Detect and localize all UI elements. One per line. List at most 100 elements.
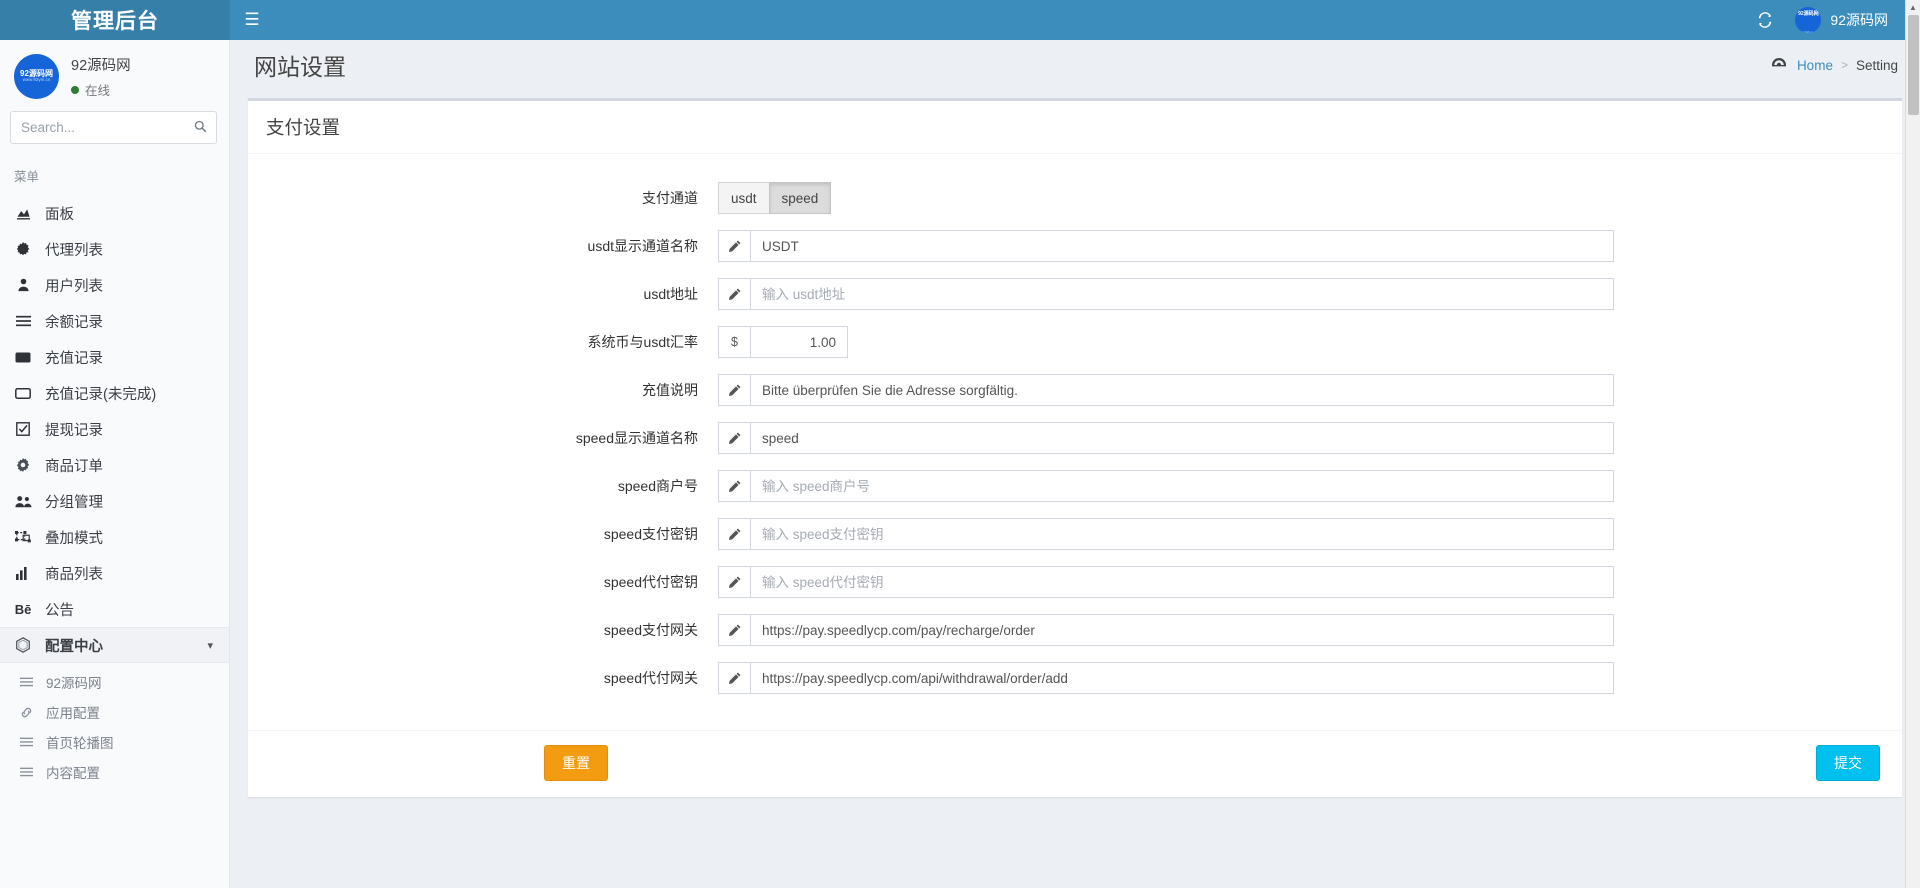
form-row-speed-payout-key: speed代付密钥: [248, 566, 1902, 598]
form-label-payment-channel: 支付通道: [642, 190, 698, 206]
sidebar-sublink-app-config[interactable]: 应用配置: [0, 697, 229, 727]
sidebar-menu: 面板 代理列表 用户列表 余额记录 充值记录 充值记录(未完成) 提现记录 商品…: [0, 195, 229, 787]
payment-channel-option-usdt[interactable]: usdt: [718, 182, 770, 214]
sidebar-sublink-home-carousel[interactable]: 首页轮播图: [0, 727, 229, 757]
form-field-speed-display-name: [718, 422, 1902, 454]
input-group-speed-display-name: [718, 422, 1614, 454]
pencil-icon: [718, 278, 750, 310]
behance-icon: Bē: [14, 601, 32, 617]
sidebar-item-label: 分组管理: [45, 494, 103, 511]
pencil-icon: [718, 662, 750, 694]
form-row-usdt-address: usdt地址: [248, 278, 1902, 310]
form-row-speed-merchant-id: speed商户号: [248, 470, 1902, 502]
sidebar-sublink-site[interactable]: 92源码网: [0, 667, 229, 697]
brand-logo[interactable]: 管理后台: [0, 0, 230, 40]
link-icon: [18, 706, 34, 719]
sidebar-link-user-list[interactable]: 用户列表: [0, 267, 229, 303]
dollar-sign-icon: $: [718, 326, 750, 358]
input-exchange-rate[interactable]: [750, 326, 848, 358]
input-speed-payout-gateway[interactable]: [750, 662, 1614, 694]
list-icon: [18, 737, 34, 747]
sidebar-sublink-content-config[interactable]: 内容配置: [0, 757, 229, 787]
refresh-icon: [1759, 12, 1772, 28]
sidebar-user-panel: 92源码网 www.92ym.cn 92源码网 在线: [0, 40, 229, 111]
sidebar-link-product-list[interactable]: 商品列表: [0, 555, 229, 591]
input-group-speed-payout-gateway: [718, 662, 1614, 694]
reset-button[interactable]: 重置: [544, 745, 608, 781]
input-speed-display-name[interactable]: [750, 422, 1614, 454]
submit-button[interactable]: 提交: [1816, 745, 1880, 781]
search-icon[interactable]: [194, 120, 207, 136]
sidebar-item-withdraw-log: 提现记录: [0, 411, 229, 447]
search-box[interactable]: [10, 111, 217, 144]
form-label-usdt-address: usdt地址: [643, 286, 698, 302]
payment-settings-box: 支付设置 支付通道 usdt speed usdt显示通道名称 USDT usd…: [248, 98, 1902, 797]
sidebar-user-name: 92源码网: [71, 58, 131, 74]
form-row-speed-pay-gateway: speed支付网关: [248, 614, 1902, 646]
input-speed-payout-key[interactable]: [750, 566, 1614, 598]
sidebar-submenu-config-center: 92源码网 应用配置 首页轮播图 内容配置: [0, 663, 229, 787]
sidebar-item-label: 充值记录(未完成): [45, 386, 157, 403]
sidebar-link-recharge-log-incomplete[interactable]: 充值记录(未完成): [0, 375, 229, 411]
pencil-icon: [718, 374, 750, 406]
input-group-speed-pay-gateway: [718, 614, 1614, 646]
input-group-speed-pay-key: [718, 518, 1614, 550]
sidebar-item-product-list: 商品列表: [0, 555, 229, 591]
sidebar-item-label: 面板: [45, 206, 74, 223]
navbar-user-name: 92源码网: [1830, 12, 1888, 28]
breadcrumb-home-link[interactable]: Home: [1797, 58, 1833, 73]
input-usdt-display-name[interactable]: [750, 230, 1614, 262]
sidebar-link-product-order[interactable]: 商品订单: [0, 447, 229, 483]
refresh-button[interactable]: [1745, 0, 1785, 40]
navbar-user-menu[interactable]: 92源码网 www.92ym.cn 92源码网: [1785, 0, 1898, 40]
pencil-icon: [718, 518, 750, 550]
search-input[interactable]: [11, 112, 216, 143]
sidebar: 92源码网 www.92ym.cn 92源码网 在线 菜单: [0, 40, 230, 888]
sidebar-link-group-management[interactable]: 分组管理: [0, 483, 229, 519]
scroll-up-arrow-icon[interactable]: ▲: [1906, 0, 1920, 15]
sidebar-link-config-center[interactable]: 配置中心 ▾: [0, 627, 229, 663]
sidebar-item-recharge-log: 充值记录: [0, 339, 229, 375]
hexagon-icon: [14, 637, 32, 653]
sidebar-link-withdraw-log[interactable]: 提现记录: [0, 411, 229, 447]
box-header: 支付设置: [248, 101, 1902, 154]
window-scrollbar[interactable]: ▲: [1905, 0, 1920, 888]
sidebar-item-label: 配置中心: [45, 638, 103, 655]
sidebar-user-status-label: 在线: [85, 84, 111, 98]
content-area: 网站设置 Home > Setting 支付设置 支付通道 usdt speed: [230, 40, 1920, 888]
scrollbar-thumb[interactable]: [1908, 15, 1919, 115]
input-usdt-address[interactable]: [750, 278, 1614, 310]
content-header: 网站设置 Home > Setting: [230, 40, 1920, 90]
form-field-speed-pay-gateway: [718, 614, 1902, 646]
sidebar-link-announcement[interactable]: Bē 公告: [0, 591, 229, 627]
sidebar-link-panel[interactable]: 面板: [0, 195, 229, 231]
sidebar-toggle-button[interactable]: ☰: [230, 0, 274, 40]
sidebar-menu-header: 菜单: [14, 170, 40, 184]
avatar: 92源码网 www.92ym.cn: [14, 54, 59, 99]
breadcrumb-current: Setting: [1855, 57, 1898, 73]
payment-channel-option-speed[interactable]: speed: [768, 182, 832, 214]
input-speed-merchant-id[interactable]: [750, 470, 1614, 502]
user-icon: [14, 278, 32, 292]
input-speed-pay-key[interactable]: [750, 518, 1614, 550]
sidebar-link-overlay-mode[interactable]: 叠加模式: [0, 519, 229, 555]
sidebar-link-balance-log[interactable]: 余额记录: [0, 303, 229, 339]
hamburger-icon: ☰: [244, 10, 260, 29]
object-group-icon: [14, 530, 32, 544]
pencil-icon: [718, 470, 750, 502]
form-field-speed-merchant-id: [718, 470, 1902, 502]
sidebar-subitem-label: 应用配置: [46, 706, 100, 721]
form-field-payment-channel: usdt speed: [718, 182, 1902, 214]
sidebar-link-agent-list[interactable]: 代理列表: [0, 231, 229, 267]
input-recharge-description[interactable]: [750, 374, 1614, 406]
sidebar-item-overlay-mode: 叠加模式: [0, 519, 229, 555]
page-title: 网站设置: [254, 54, 346, 80]
input-group-recharge-description: [718, 374, 1614, 406]
sidebar-item-panel: 面板: [0, 195, 229, 231]
sidebar-link-recharge-log[interactable]: 充值记录: [0, 339, 229, 375]
brand-title: 管理后台: [71, 10, 159, 33]
form-field-speed-payout-gateway: [718, 662, 1902, 694]
input-speed-pay-gateway[interactable]: [750, 614, 1614, 646]
form-row-speed-pay-key: speed支付密钥: [248, 518, 1902, 550]
sidebar-item-label: 代理列表: [45, 242, 103, 259]
